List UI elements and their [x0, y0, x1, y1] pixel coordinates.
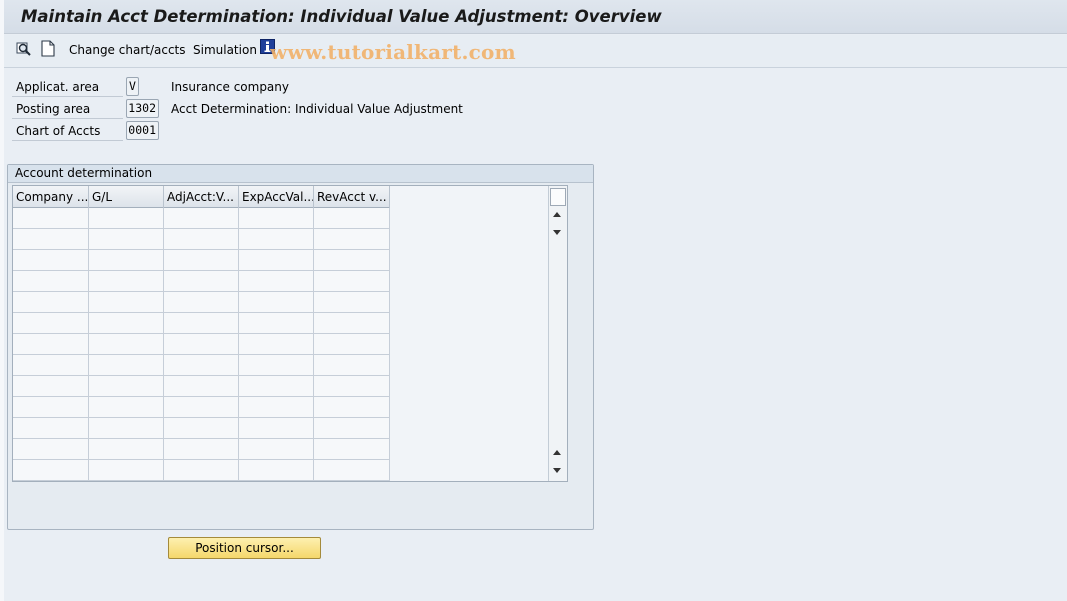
application-toolbar: Change chart/accts Simulation — [4, 35, 1067, 68]
table-row-divider — [13, 354, 390, 355]
watermark-text: www.tutorialkart.com — [270, 40, 516, 64]
table-row-divider — [13, 312, 390, 313]
table-row-divider — [13, 270, 390, 271]
applicat-area-description: Insurance company — [171, 80, 289, 94]
column-header-gl[interactable]: G/L — [89, 186, 164, 208]
account-determination-table[interactable]: Company ... G/L AdjAcct:V... ExpAccVal..… — [12, 185, 568, 482]
change-chart-accts-button[interactable]: Change chart/accts — [69, 43, 186, 57]
page-title: Maintain Acct Determination: Individual … — [21, 7, 662, 26]
column-header-company[interactable]: Company ... — [13, 186, 89, 208]
applicat-area-field[interactable]: V — [126, 77, 139, 96]
chart-of-accts-field[interactable]: 0001 — [126, 121, 159, 140]
new-entries-icon[interactable] — [41, 40, 55, 60]
applicat-area-label: Applicat. area — [12, 77, 123, 97]
table-row-divider — [13, 417, 390, 418]
table-row-divider — [13, 396, 390, 397]
column-header-exp-acc[interactable]: ExpAccVal... — [239, 186, 314, 208]
title-bar: Maintain Acct Determination: Individual … — [4, 0, 1067, 34]
table-column-divider — [88, 208, 89, 481]
table-column-divider — [313, 208, 314, 481]
table-column-divider — [389, 208, 390, 481]
posting-area-label: Posting area — [12, 99, 123, 119]
table-row-divider — [13, 228, 390, 229]
table-column-divider — [238, 208, 239, 481]
scroll-up-icon[interactable] — [553, 212, 561, 217]
table-row-divider — [13, 375, 390, 376]
table-row-divider — [13, 438, 390, 439]
table-row-divider — [13, 249, 390, 250]
scroll-column-settings-button[interactable] — [550, 188, 566, 206]
table-row-divider — [13, 291, 390, 292]
column-header-rev-acct[interactable]: RevAcct v... — [314, 186, 390, 208]
column-header-adj-acct[interactable]: AdjAcct:V... — [164, 186, 239, 208]
window-frame — [0, 0, 4, 601]
table-row-divider — [13, 459, 390, 460]
simulation-button[interactable]: Simulation — [193, 43, 257, 57]
table-row-divider — [13, 480, 390, 481]
table-column-divider — [163, 208, 164, 481]
table-row-divider — [13, 333, 390, 334]
scroll-down-icon[interactable] — [553, 230, 561, 235]
display-change-icon[interactable] — [16, 41, 32, 60]
chart-of-accts-label: Chart of Accts — [12, 121, 123, 141]
scroll-page-up-icon[interactable] — [553, 450, 561, 455]
table-body[interactable] — [13, 208, 390, 481]
group-header: Account determination — [8, 165, 593, 183]
table-header: Company ... G/L AdjAcct:V... ExpAccVal..… — [13, 186, 390, 208]
posting-area-field[interactable]: 1302 — [126, 99, 159, 118]
vertical-scrollbar[interactable] — [548, 186, 567, 481]
posting-area-description: Acct Determination: Individual Value Adj… — [171, 102, 463, 116]
scroll-page-down-icon[interactable] — [553, 468, 561, 473]
position-cursor-button[interactable]: Position cursor... — [168, 537, 321, 559]
group-title: Account determination — [15, 166, 153, 180]
